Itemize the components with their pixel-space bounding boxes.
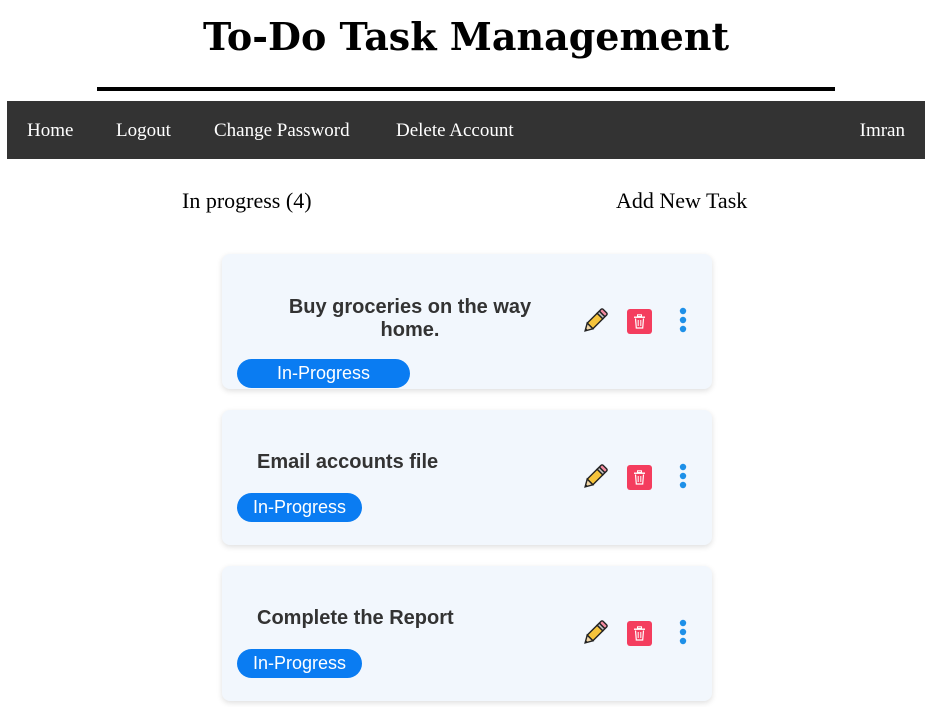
nav-home-link[interactable]: Home [27, 101, 73, 159]
task-card: Buy groceries on the way home. In-Progre… [222, 254, 712, 389]
trash-icon[interactable] [627, 465, 652, 490]
pencil-icon[interactable] [580, 618, 610, 648]
nav-logout-link[interactable]: Logout [116, 101, 171, 159]
task-title: Complete the Report [257, 607, 454, 629]
nav-user-link[interactable]: Imran [860, 101, 905, 159]
task-card: Email accounts file In-Progress [222, 410, 712, 545]
in-progress-tab[interactable]: In progress (4) [182, 188, 312, 214]
vertical-dots-icon[interactable] [677, 618, 689, 648]
title-divider [97, 87, 835, 91]
task-title: Email accounts file [257, 451, 439, 473]
trash-icon[interactable] [627, 621, 652, 646]
status-badge[interactable]: In-Progress [237, 493, 362, 522]
pencil-icon[interactable] [580, 462, 610, 492]
pencil-icon[interactable] [580, 306, 610, 336]
status-badge[interactable]: In-Progress [237, 649, 362, 678]
vertical-dots-icon[interactable] [677, 462, 689, 492]
trash-icon[interactable] [627, 309, 652, 334]
task-card: Complete the Report In-Progress [222, 566, 712, 701]
page-title: To-Do Task Management [202, 14, 730, 59]
nav-change-password-link[interactable]: Change Password [214, 101, 350, 159]
navbar: Home Logout Change Password Delete Accou… [7, 101, 925, 159]
add-new-task-link[interactable]: Add New Task [616, 188, 747, 214]
vertical-dots-icon[interactable] [677, 306, 689, 336]
status-badge[interactable]: In-Progress [237, 359, 410, 388]
task-title: Buy groceries on the way home. [288, 296, 532, 341]
nav-delete-account-link[interactable]: Delete Account [396, 101, 514, 159]
